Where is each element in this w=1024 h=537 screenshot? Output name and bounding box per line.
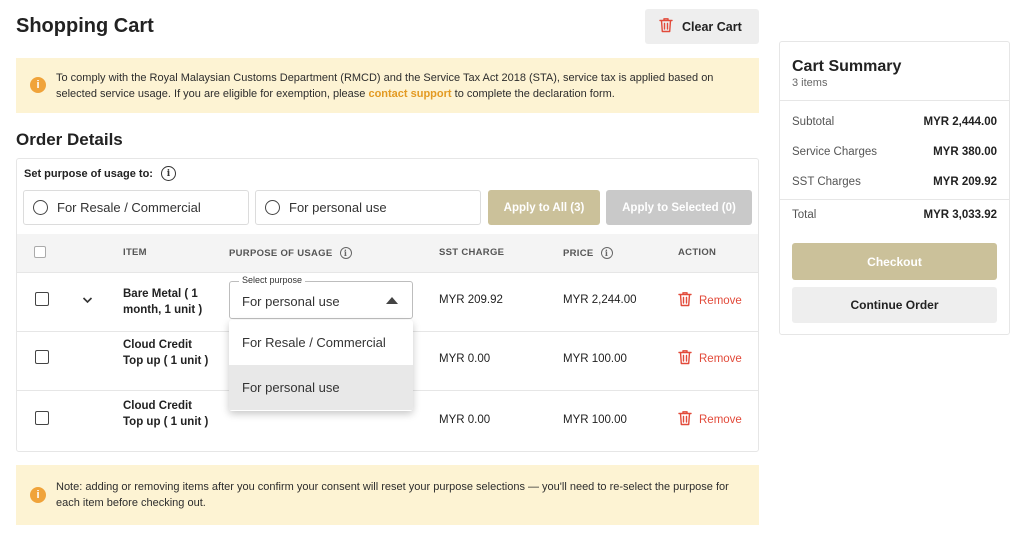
price: MYR 100.00: [563, 353, 627, 365]
radio-circle-icon: [33, 200, 48, 215]
divider: [780, 100, 1009, 101]
radio-circle-icon: [265, 200, 280, 215]
contact-support-link[interactable]: contact support: [368, 88, 451, 100]
order-details-title: Order Details: [16, 130, 123, 149]
trash-icon: [659, 17, 673, 36]
info-icon: i: [30, 77, 46, 93]
sst-charge: MYR 0.00: [439, 414, 491, 426]
select-all-checkbox[interactable]: [34, 246, 46, 258]
select-value: For personal use: [242, 294, 340, 309]
price: MYR 100.00: [563, 414, 627, 426]
page-title: Shopping Cart: [16, 15, 154, 37]
remove-button[interactable]: Remove: [678, 291, 742, 310]
header-price: PRICE i: [563, 247, 613, 259]
remove-button[interactable]: Remove: [678, 349, 742, 368]
remove-button[interactable]: Remove: [678, 410, 742, 429]
table-header: ITEM PURPOSE OF USAGE i SST CHARGE PRICE i…: [17, 234, 758, 272]
tax-notice-text: To comply with the Royal Malaysian Custo…: [56, 72, 714, 100]
sst-charge: MYR 209.92: [439, 294, 503, 306]
reset-notice: i Note: adding or removing items after y…: [16, 465, 759, 525]
sst-charge: MYR 0.00: [439, 353, 491, 365]
cart-summary-panel: Cart Summary 3 items Subtotal MYR 2,444.…: [779, 41, 1010, 335]
divider: [780, 199, 1009, 200]
dropdown-option-resale-commercial[interactable]: For Resale / Commercial: [229, 320, 413, 365]
item-name: Cloud Credit Top up ( 1 unit ): [123, 400, 209, 428]
apply-to-all-button[interactable]: Apply to All (3): [488, 190, 600, 225]
clear-cart-button[interactable]: Clear Cart: [645, 9, 759, 44]
price: MYR 2,244.00: [563, 294, 637, 306]
apply-to-selected-button[interactable]: Apply to Selected (0): [606, 190, 752, 225]
chevron-down-icon[interactable]: [82, 293, 93, 307]
tax-notice: i To comply with the Royal Malaysian Cus…: [16, 58, 759, 113]
select-legend: Select purpose: [239, 275, 306, 285]
radio-personal-use[interactable]: For personal use: [255, 190, 481, 225]
total-row: Total MYR 3,033.92: [792, 209, 997, 221]
info-icon[interactable]: i: [339, 247, 352, 259]
info-icon: i: [30, 487, 46, 503]
dropdown-option-personal-use[interactable]: For personal use: [229, 365, 413, 410]
purpose-select[interactable]: Select purpose For personal use: [229, 275, 413, 319]
clear-cart-label: Clear Cart: [682, 19, 742, 34]
item-name: Bare Metal ( 1 month, 1 unit ): [123, 288, 203, 316]
sst-charges-row: SST Charges MYR 209.92: [792, 176, 997, 188]
header-item: ITEM: [123, 247, 147, 258]
row-checkbox[interactable]: [35, 411, 49, 425]
checkout-button[interactable]: Checkout: [792, 243, 997, 280]
order-details-panel: Set purpose of usage to: i For Resale / …: [16, 158, 759, 452]
info-icon[interactable]: i: [600, 247, 613, 259]
trash-icon: [678, 291, 692, 310]
header-purpose: PURPOSE OF USAGE i: [229, 247, 352, 259]
subtotal-row: Subtotal MYR 2,444.00: [792, 116, 997, 128]
service-charges-row: Service Charges MYR 380.00: [792, 146, 997, 158]
info-icon[interactable]: i: [160, 166, 176, 181]
caret-up-icon: [386, 297, 398, 304]
purpose-label: Set purpose of usage to: i: [24, 166, 176, 181]
trash-icon: [678, 349, 692, 368]
radio-resale-commercial[interactable]: For Resale / Commercial: [23, 190, 249, 225]
continue-order-button[interactable]: Continue Order: [792, 287, 997, 323]
cart-item-count: 3 items: [792, 77, 828, 89]
cart-summary-title: Cart Summary: [792, 58, 902, 75]
item-name: Cloud Credit Top up ( 1 unit ): [123, 339, 209, 367]
header-action: ACTION: [678, 247, 717, 258]
reset-notice-text: Note: adding or removing items after you…: [56, 481, 729, 509]
purpose-dropdown-menu: For Resale / Commercial For personal use: [229, 320, 413, 411]
header-sst-charge: SST CHARGE: [439, 247, 505, 258]
row-checkbox[interactable]: [35, 292, 49, 306]
row-checkbox[interactable]: [35, 350, 49, 364]
trash-icon: [678, 410, 692, 429]
